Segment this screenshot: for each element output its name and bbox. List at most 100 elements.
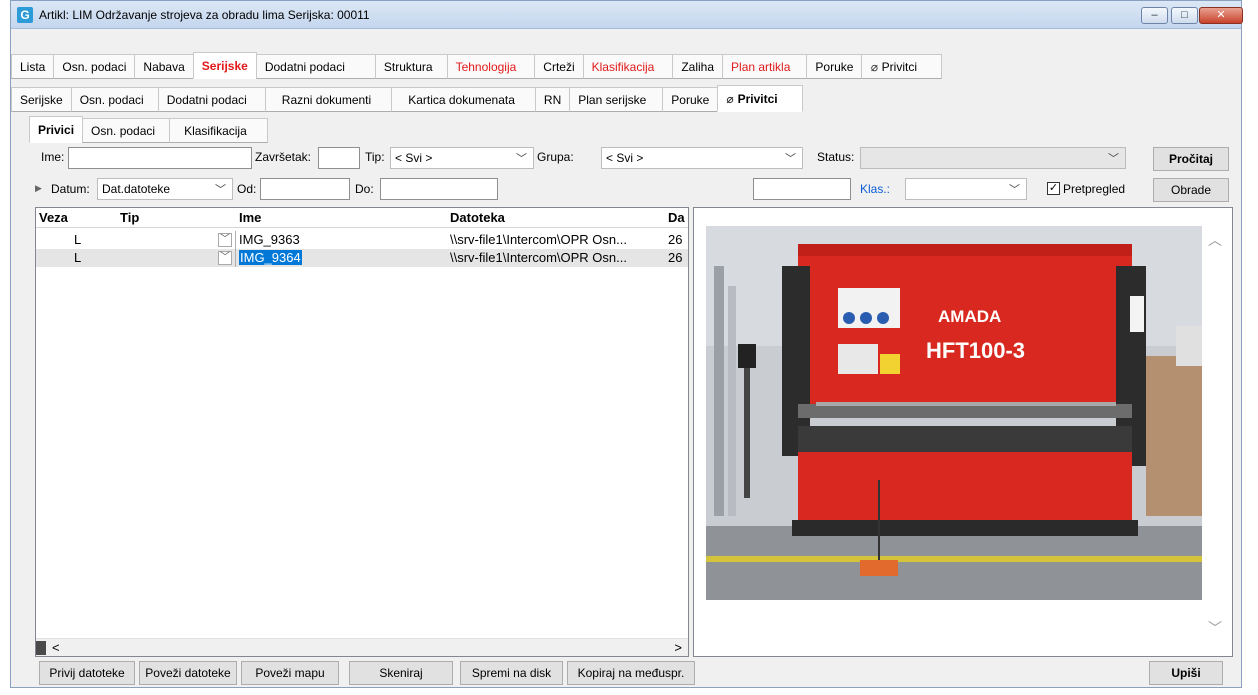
tab-privitci[interactable]: ⌀ Privitci [861, 54, 943, 79]
tab-label: Poruke [815, 59, 854, 74]
tip-cell[interactable]: ﹀ [118, 249, 236, 267]
zavrsetak-label: Završetak: [255, 150, 312, 164]
klas-select[interactable]: ﹀ [905, 178, 1027, 200]
subtab-poruke[interactable]: Poruke [662, 87, 719, 112]
ime-cell: IMG_9363 [239, 232, 300, 247]
status-select[interactable]: ﹀ [860, 147, 1126, 169]
chevron-down-icon: ﹀ [785, 153, 796, 165]
bottom-toolbar: Privij datoteke Poveži datoteke Poveži m… [11, 661, 1241, 689]
tab-klasifikacija[interactable]: Klasifikacija [582, 54, 674, 79]
tab-label: Lista [20, 59, 46, 74]
datum-select-value: Dat.datoteke [102, 182, 171, 196]
table-row[interactable]: L ﹀ IMG_9363 \\srv-file1\Intercom\OPR Os… [36, 231, 688, 249]
tab-poruke[interactable]: Poruke [806, 54, 863, 79]
innertab-osn-podaci[interactable]: Osn. podaci [82, 118, 171, 143]
scroll-thumb[interactable] [36, 641, 46, 655]
tab-lista[interactable]: Lista [11, 54, 55, 79]
povezi-mapu-button[interactable]: Poveži mapu [241, 661, 339, 685]
tab-tehnologija[interactable]: Tehnologija [446, 54, 536, 79]
tab-label: Klasifikacija [184, 123, 247, 138]
procitaj-button[interactable]: Pročitaj [1153, 147, 1229, 171]
tab-osn-podaci[interactable]: Osn. podaci [53, 54, 136, 79]
privij-datoteke-button[interactable]: Privij datoteke [39, 661, 135, 685]
tab-label: Privitci [881, 59, 918, 74]
tab-label: Osn. podaci [79, 92, 144, 107]
paperclip-icon: ⌀ [870, 59, 878, 74]
chevron-down-icon: ﹀ [1108, 153, 1119, 165]
do-input[interactable] [380, 178, 498, 200]
column-ime[interactable]: Ime [239, 210, 261, 225]
zavrsetak-input[interactable] [318, 147, 360, 169]
upisi-button[interactable]: Upiši [1149, 661, 1223, 685]
minimize-button[interactable]: – [1141, 7, 1168, 24]
skeniraj-button[interactable]: Skeniraj [349, 661, 453, 685]
tab-label: Privici [38, 122, 75, 137]
grid-header: Veza Tip Ime Datoteka Da [36, 208, 688, 228]
veza-cell: L [74, 250, 82, 265]
tab-label: Struktura [383, 59, 433, 74]
tab-label: Osn. podaci [62, 59, 127, 74]
column-tip[interactable]: Tip [120, 210, 139, 225]
ime-input[interactable] [68, 147, 252, 169]
filter-panel: Ime: Završetak: Tip: < Svi > ﹀ Grupa: < S… [25, 142, 1235, 204]
close-button[interactable]: ✕ [1199, 7, 1243, 24]
tab-crtezi[interactable]: Crteži [534, 54, 584, 79]
scroll-up-icon[interactable]: ︿ [1208, 230, 1222, 250]
status-label: Status: [817, 150, 855, 164]
window-title: Artikl: LIM Održavanje strojeva za obrad… [39, 8, 370, 22]
tip-select[interactable]: < Svi > ﹀ [390, 147, 534, 169]
tab-label: Plan serijske [578, 92, 647, 107]
tab-nabava[interactable]: Nabava [134, 54, 194, 79]
tab-label: Tehnologija [455, 59, 517, 74]
tab-label: Crteži [543, 59, 575, 74]
app-icon: G [17, 7, 33, 23]
subtab-plan-serijske[interactable]: Plan serijske [569, 87, 664, 112]
column-veza[interactable]: Veza [39, 210, 68, 225]
scroll-right-icon[interactable]: > [674, 640, 682, 655]
datum-select[interactable]: Dat.datoteke ﹀ [97, 178, 233, 200]
tab-dodatni-podaci[interactable]: Dodatni podaci [255, 54, 376, 79]
tab-serijske[interactable]: Serijske [192, 52, 257, 79]
subtab-razni-dokumenti[interactable]: Razni dokumenti [264, 87, 393, 112]
column-datoteka[interactable]: Datoteka [450, 210, 505, 225]
chevron-down-icon[interactable]: ﹀ [218, 233, 232, 247]
tab-plan-artikla[interactable]: Plan artikla [722, 54, 808, 79]
spremi-na-disk-button[interactable]: Spremi na disk [460, 661, 563, 685]
tab-label: Klasifikacija [591, 59, 655, 74]
horizontal-scrollbar[interactable]: < > [36, 638, 688, 656]
klas-link[interactable]: Klas.: [860, 182, 890, 196]
tab-label: Serijske [20, 92, 63, 107]
scroll-left-icon[interactable]: < [52, 640, 60, 655]
tab-zaliha[interactable]: Zaliha [672, 54, 724, 79]
od-input[interactable] [260, 178, 350, 200]
tab-label: Dodatni podaci [166, 92, 247, 107]
tip-cell[interactable]: ﹀ [118, 231, 236, 249]
ime-cell[interactable]: IMG_9364 [239, 250, 302, 265]
table-row-selected[interactable]: L ﹀ IMG_9364 \\srv-file1\Intercom\OPR Os… [36, 249, 688, 267]
scroll-down-icon[interactable]: ﹀ [1208, 618, 1222, 638]
povezi-datoteke-button[interactable]: Poveži datoteke [139, 661, 237, 685]
maximize-button[interactable]: □ [1171, 7, 1198, 24]
subtab-osn-podaci[interactable]: Osn. podaci [70, 87, 159, 112]
subtab-privitci[interactable]: ⌀ Privitci [717, 85, 803, 112]
subtab-kartica-dokumenata[interactable]: Kartica dokumenata [391, 87, 536, 112]
chevron-down-icon[interactable]: ﹀ [218, 251, 232, 265]
grupa-select[interactable]: < Svi > ﹀ [601, 147, 803, 169]
tab-struktura[interactable]: Struktura [374, 54, 448, 79]
tab-label: Zaliha [681, 59, 715, 74]
innertab-privici[interactable]: Privici [29, 116, 84, 143]
subtab-dodatni-podaci[interactable]: Dodatni podaci [157, 87, 266, 112]
expand-arrow-icon[interactable]: ▶ [35, 183, 42, 194]
pretpregled-checkbox[interactable]: ✓ [1047, 182, 1060, 195]
tab-label: Serijske [201, 58, 248, 73]
subtab-rn[interactable]: RN [534, 87, 571, 112]
datoteka-cell: \\srv-file1\Intercom\OPR Osn... [450, 232, 627, 247]
klas-code-input[interactable] [753, 178, 851, 200]
subtab-serijske[interactable]: Serijske [11, 87, 72, 112]
column-datum[interactable]: Da [668, 210, 685, 225]
obrade-button[interactable]: Obrade [1153, 178, 1229, 202]
datum-cell: 26 [668, 250, 683, 265]
paperclip-icon: ⌀ [726, 91, 734, 106]
innertab-klasifikacija[interactable]: Klasifikacija [169, 118, 268, 143]
kopiraj-button[interactable]: Kopiraj na međuspr. [567, 661, 695, 685]
